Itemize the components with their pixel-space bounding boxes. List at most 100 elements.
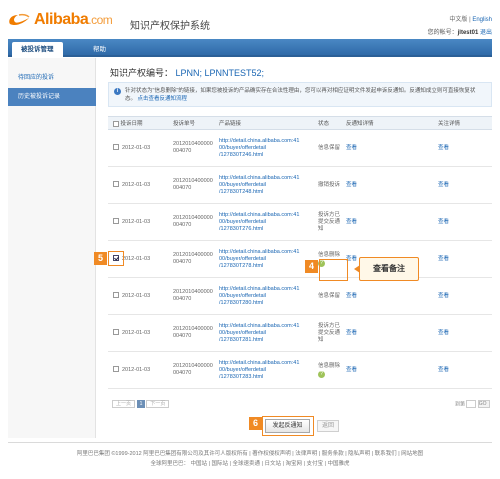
row-detail-view-link[interactable]: 查看 <box>438 367 449 373</box>
cell-counter: 查看 <box>344 129 436 167</box>
cell-status: 信息保留 <box>316 277 344 315</box>
info-icon: i <box>114 88 121 95</box>
col-header-status: 状态 <box>316 116 344 130</box>
row-url-3[interactable]: /127830T246.html <box>219 152 316 159</box>
callout-4-badge: 4 <box>305 260 318 273</box>
row-url-2[interactable]: 00/buyer/offerdetail <box>219 293 316 300</box>
row-counter-view-link[interactable]: 查看 <box>346 293 357 299</box>
row-id-2: 004070 <box>173 185 192 191</box>
cell-date: 2012-01-03 <box>108 314 171 352</box>
row-detail-view-link[interactable]: 查看 <box>438 219 449 225</box>
table-row: 2012-01-03 2012010400000 004070 http://de… <box>108 351 492 389</box>
row-detail-view-link[interactable]: 查看 <box>438 330 449 336</box>
row-checkbox[interactable] <box>113 329 119 336</box>
page-number-input[interactable] <box>466 400 477 408</box>
row-status-3: 知 <box>318 336 324 343</box>
row-checkbox[interactable] <box>113 144 119 151</box>
go-button[interactable]: GO <box>477 400 490 408</box>
sidebar-item-pending[interactable]: 待回应的投诉 <box>8 69 96 87</box>
cell-date: 2012-01-03 <box>108 351 171 389</box>
row-detail-view-link[interactable]: 查看 <box>438 145 449 151</box>
row-url-2[interactable]: 00/buyer/offerdetail <box>219 182 316 189</box>
row-status-1: 投诉方已 <box>318 211 341 218</box>
cell-status: 投诉方已 提交反通知 <box>316 203 344 241</box>
alibaba-logo[interactable]: Alibaba.com <box>7 10 113 30</box>
row-url-3[interactable]: /127830T276.html <box>219 226 316 233</box>
cell-link: http://detail.china.alibaba.com:41 00/buy… <box>217 166 316 204</box>
row-url-1[interactable]: http://detail.china.alibaba.com:41 <box>219 323 316 330</box>
row-id-1: 2012010400000 <box>173 178 213 184</box>
row-id-2: 004070 <box>173 333 192 339</box>
row-status-1: 投诉方已 <box>318 322 341 329</box>
row-detail-view-link[interactable]: 查看 <box>438 256 449 262</box>
current-page[interactable]: 1 <box>137 400 146 408</box>
row-detail-view-link[interactable]: 查看 <box>438 293 449 299</box>
row-counter-view-link[interactable]: 查看 <box>346 145 357 151</box>
note-question-icon[interactable]: ? <box>318 370 325 378</box>
cell-counter: 查看 <box>344 351 436 389</box>
row-url-3[interactable]: /127830T278.html <box>219 263 316 270</box>
cell-status: 信息保留 <box>316 129 344 167</box>
lang-current[interactable]: 中文版 <box>449 17 467 23</box>
row-checkbox[interactable] <box>113 181 119 188</box>
select-all-checkbox[interactable] <box>113 120 119 127</box>
prev-page-button[interactable]: 上一页 <box>112 400 136 408</box>
row-counter-view-link[interactable]: 查看 <box>346 367 357 373</box>
row-date: 2012-01-03 <box>122 329 151 336</box>
page-jump: 到第 GO <box>455 400 490 408</box>
row-status-3: 知 <box>318 225 324 232</box>
cell-link: http://detail.china.alibaba.com:41 00/buy… <box>217 203 316 241</box>
row-date: 2012-01-03 <box>122 292 151 299</box>
row-url-2[interactable]: 00/buyer/offerdetail <box>219 256 316 263</box>
row-url-1[interactable]: http://detail.china.alibaba.com:41 <box>219 175 316 182</box>
cell-link: http://detail.china.alibaba.com:41 00/buy… <box>217 277 316 315</box>
row-url-1[interactable]: http://detail.china.alibaba.com:41 <box>219 360 316 367</box>
logout-link[interactable]: 退出 <box>480 30 492 36</box>
row-url-2[interactable]: 00/buyer/offerdetail <box>219 330 316 337</box>
cell-id: 2012010400000 004070 <box>171 166 217 204</box>
tab-help[interactable]: 帮助 <box>84 42 115 57</box>
tab-complaint-management[interactable]: 被投诉管理 <box>12 42 63 57</box>
row-url-3[interactable]: /127830T248.html <box>219 189 316 196</box>
row-url-1[interactable]: http://detail.china.alibaba.com:41 <box>219 249 316 256</box>
row-id-2: 004070 <box>173 259 192 265</box>
row-checkbox[interactable] <box>113 218 119 225</box>
cell-link: http://detail.china.alibaba.com:41 00/buy… <box>217 240 316 278</box>
row-id-1: 2012010400000 <box>173 326 213 332</box>
row-url-1[interactable]: http://detail.china.alibaba.com:41 <box>219 286 316 293</box>
row-url-2[interactable]: 00/buyer/offerdetail <box>219 219 316 226</box>
ip-value[interactable]: LPNN; LPNNTEST52; <box>176 68 265 78</box>
ip-label: 知识产权编号： <box>110 68 174 78</box>
col-header-detail: 关注详情 <box>436 116 492 130</box>
back-button[interactable]: 返回 <box>317 420 339 432</box>
row-id-1: 2012010400000 <box>173 252 213 258</box>
next-page-button[interactable]: 下一页 <box>146 400 170 408</box>
row-id-1: 2012010400000 <box>173 289 213 295</box>
row-url-2[interactable]: 00/buyer/offerdetail <box>219 145 316 152</box>
callout-5-badge: 5 <box>94 252 107 265</box>
row-checkbox[interactable] <box>113 366 119 373</box>
row-counter-view-link[interactable]: 查看 <box>346 219 357 225</box>
footer-global-links: 全球阿里巴巴： 中国站 | 国际站 | 全球速卖通 | 日文站 | 淘宝网 | … <box>150 461 350 467</box>
notice-flow-link[interactable]: 点击查看反通知流程 <box>138 96 188 102</box>
lang-english-link[interactable]: English <box>472 17 492 23</box>
row-url-3[interactable]: /127830T280.html <box>219 300 316 307</box>
brand-suffix: .com <box>88 13 113 27</box>
row-detail-view-link[interactable]: 查看 <box>438 182 449 188</box>
col-header-link: 产品链接 <box>217 116 316 130</box>
row-url-1[interactable]: http://detail.china.alibaba.com:41 <box>219 212 316 219</box>
sidebar-item-history[interactable]: 历史被投诉记录 <box>8 88 96 106</box>
row-status-1: 信息删除 <box>318 362 341 369</box>
row-url-3[interactable]: /127830T283.html <box>219 374 316 381</box>
row-counter-view-link[interactable]: 查看 <box>346 182 357 188</box>
row-url-2[interactable]: 00/buyer/offerdetail <box>219 367 316 374</box>
alibaba-wordmark: Alibaba.com <box>34 11 113 29</box>
submit-counter-notice-button[interactable]: 发起反通知 <box>265 419 310 433</box>
row-status-1: 撤销投诉 <box>318 181 341 188</box>
row-checkbox[interactable] <box>113 292 119 299</box>
cell-status: 撤销投诉 <box>316 166 344 204</box>
row-url-3[interactable]: /127830T281.html <box>219 337 316 344</box>
row-url-1[interactable]: http://detail.china.alibaba.com:41 <box>219 138 316 145</box>
account-value: jltest01 <box>457 30 479 36</box>
row-counter-view-link[interactable]: 查看 <box>346 330 357 336</box>
